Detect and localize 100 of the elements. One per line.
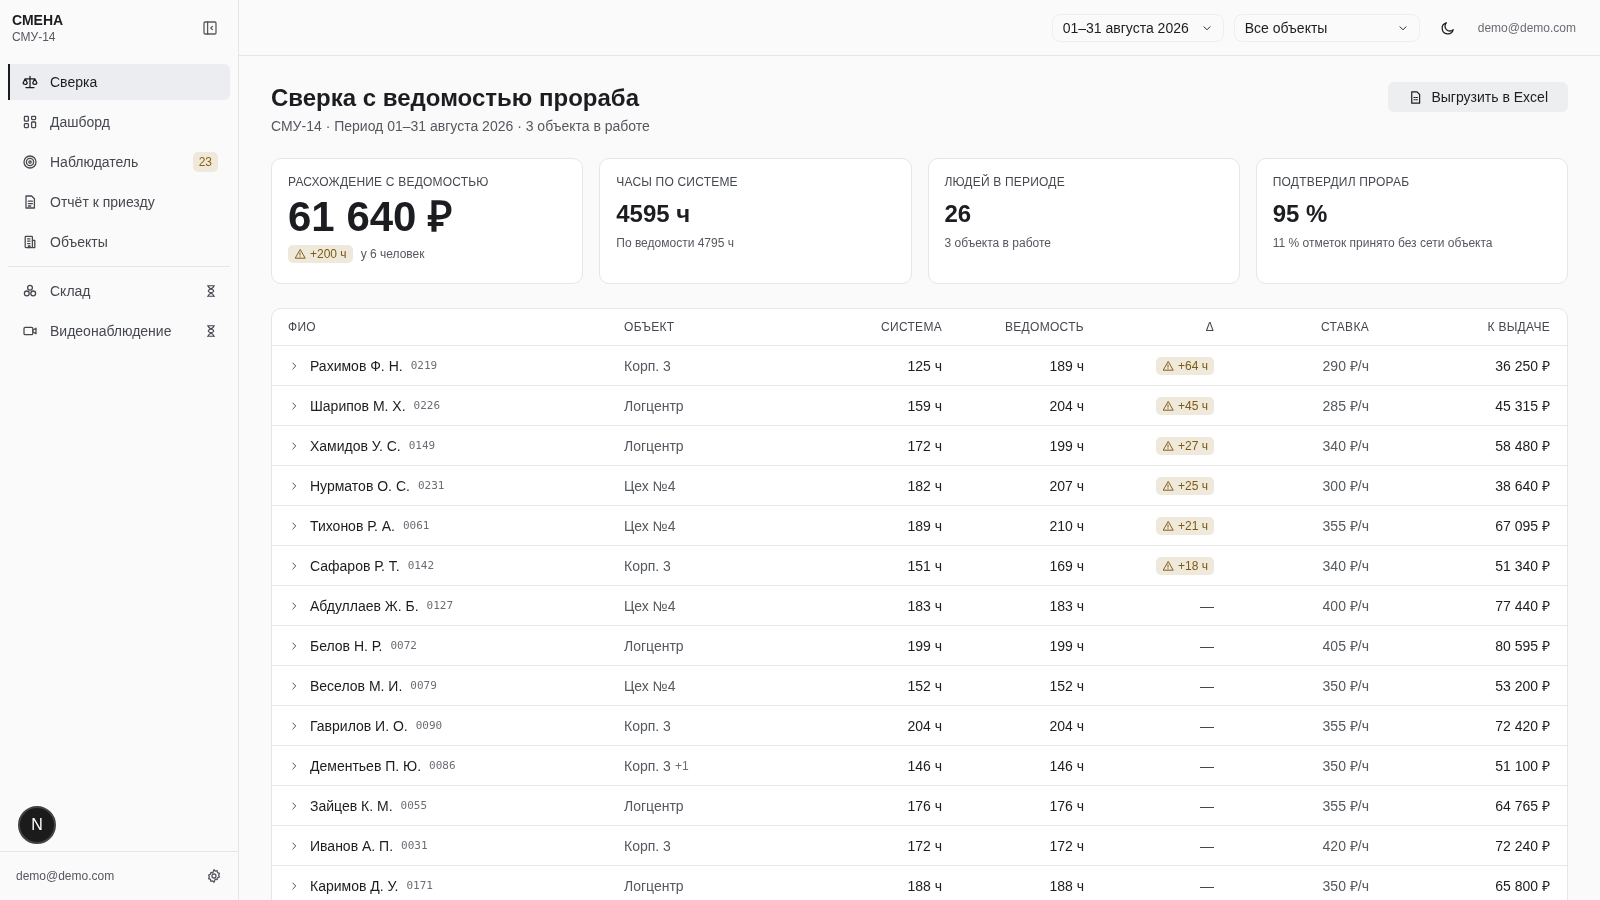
table-cell: — (1200, 877, 1214, 894)
extra-count: +1 (674, 758, 689, 773)
table-cell: 199 ч (1049, 637, 1084, 654)
person-name: Гаврилов И. О. (310, 717, 408, 734)
period-dropdown[interactable]: 01–31 августа 2026 (1051, 13, 1224, 42)
table-cell: 183 ч (1049, 597, 1084, 614)
table-cell-text: 340 ₽/ч (1322, 557, 1369, 575)
person-name: Шарипов М. Х. (310, 397, 406, 414)
card-label: РАСХОЖДЕНИЕ С ВЕДОМОСТЬЮ (288, 175, 490, 189)
nav-item[interactable]: Сверка (8, 64, 230, 100)
person-name: Иванов А. П. (310, 837, 394, 854)
table-cell-text: 67 095 ₽ (1495, 517, 1550, 535)
table-cell-text: 355 ₽/ч (1322, 517, 1369, 535)
table-cell-text: 355 ₽/ч (1322, 717, 1369, 735)
table-cell: Корп. 3 (624, 357, 671, 374)
warning-icon (294, 248, 306, 261)
employee-code: 0061 (402, 519, 430, 532)
column-header: ОБЪЕКТ (624, 320, 675, 334)
table-cell-text: 80 595 ₽ (1495, 637, 1550, 655)
employee-code: 0231 (417, 479, 445, 492)
page-title: Сверка с ведомостью прораба (271, 84, 641, 112)
badge-text: +21 ч (1178, 518, 1208, 533)
employee-code: 0086 (429, 759, 456, 772)
card-note: 3 объекта в работе (944, 236, 1051, 251)
table-cell-text: 72 240 ₽ (1495, 837, 1550, 855)
table-cell-text: 355 ₽/ч (1322, 797, 1369, 815)
gear-icon (206, 868, 222, 884)
badge-text: +27 ч (1178, 438, 1208, 453)
nav-item[interactable]: Объекты (8, 224, 230, 260)
table-cell: Цех №4 (624, 597, 676, 614)
employee-code: 0090 (415, 719, 443, 732)
table-cell: Логцентр (624, 397, 684, 414)
table-cell-text: 45 315 ₽ (1495, 397, 1550, 415)
settings-button[interactable] (206, 868, 222, 884)
card-value: 61 640 ₽ (288, 195, 454, 240)
nav-item[interactable]: Наблюдатель 23 (8, 144, 230, 180)
table-cell-text: 36 250 ₽ (1495, 357, 1550, 375)
warning-icon (1162, 559, 1175, 572)
card-value: 26 (944, 201, 973, 227)
table-cell: 204 ч (1049, 397, 1084, 414)
table-cell: Цех №4 (624, 477, 676, 494)
card-note: По ведомости 4795 ч (616, 236, 734, 251)
table-cell-text: 420 ₽/ч (1322, 837, 1369, 855)
table-cell: Логцентр (624, 637, 684, 654)
person-name: Каримов Д. У. (310, 877, 399, 894)
target-icon (22, 154, 38, 170)
warning-icon (1162, 359, 1175, 372)
table-cell: 152 ч (1049, 677, 1084, 694)
nav-item[interactable]: Видеонаблюдение (8, 313, 230, 349)
table-cell-text: 51 100 ₽ (1495, 757, 1550, 775)
table-cell: 169 ч (1049, 557, 1084, 574)
table-cell: 189 ч (907, 517, 942, 534)
table-cell-text: 77 440 ₽ (1495, 597, 1550, 615)
app-name: СМЕНА (12, 12, 64, 28)
organization-name: СМУ-14 (12, 30, 57, 44)
employee-code: 0149 (408, 439, 436, 452)
nav-item[interactable]: Склад (8, 273, 230, 309)
building-icon (22, 234, 38, 250)
table-cell: 172 ч (907, 837, 942, 854)
badge-text: +18 ч (1178, 558, 1208, 573)
column-header: ВЕДОМОСТЬ (1005, 320, 1084, 334)
user-email: demo@demo.com (16, 869, 115, 883)
dev-tools-badge[interactable]: N (18, 806, 56, 844)
badge-text: +200 ч (310, 247, 347, 262)
table-cell: — (1200, 717, 1214, 734)
card-label: ЛЮДЕЙ В ПЕРИОДЕ (944, 175, 1066, 189)
person-name: Нурматов О. С. (310, 477, 410, 494)
person-name: Рахимов Ф. Н. (310, 357, 403, 374)
export-button[interactable]: Выгрузить в Excel (1388, 82, 1568, 112)
employee-code: 0072 (390, 639, 417, 652)
table-cell: 207 ч (1049, 477, 1084, 494)
objects-dropdown[interactable]: Все объекты (1233, 13, 1420, 42)
page-subtitle: СМУ-14 · Период 01–31 августа 2026 · 3 объекта в работе (271, 118, 650, 134)
table-cell: 125 ч (907, 357, 942, 374)
person-name: Хамидов У. С. (310, 437, 401, 454)
warning-icon (1162, 439, 1175, 452)
collapse-sidebar-button[interactable] (202, 20, 218, 36)
column-header: СТАВКА (1321, 320, 1369, 334)
person-name: Сафаров Р. Т. (310, 557, 400, 574)
person-name: Белов Н. Р. (310, 637, 383, 654)
table-cell-text: 64 765 ₽ (1495, 797, 1550, 815)
table-cell: — (1200, 637, 1214, 654)
card-label: ЧАСЫ ПО СИСТЕМЕ (616, 175, 739, 189)
nav-item[interactable]: Отчёт к приезду (8, 184, 230, 220)
warning-icon (1162, 519, 1175, 532)
table-cell: Логцентр (624, 877, 684, 894)
table-cell-text: 400 ₽/ч (1322, 597, 1369, 615)
table-cell: Корп. 3 (624, 837, 671, 854)
table-cell: — (1200, 837, 1214, 854)
table-cell: 188 ч (907, 877, 942, 894)
card-value: 4595 ч (616, 201, 692, 227)
table-cell: 176 ч (907, 797, 942, 814)
table-cell: Корп. 3 (624, 757, 671, 774)
nav-item[interactable]: Дашборд (8, 104, 230, 140)
table-cell: 172 ч (1049, 837, 1084, 854)
table-cell-text: 340 ₽/ч (1322, 437, 1369, 455)
table-cell: 176 ч (1049, 797, 1084, 814)
table-cell: 146 ч (907, 757, 942, 774)
table-cell-text: 350 ₽/ч (1322, 677, 1369, 695)
table-cell: 199 ч (907, 637, 942, 654)
